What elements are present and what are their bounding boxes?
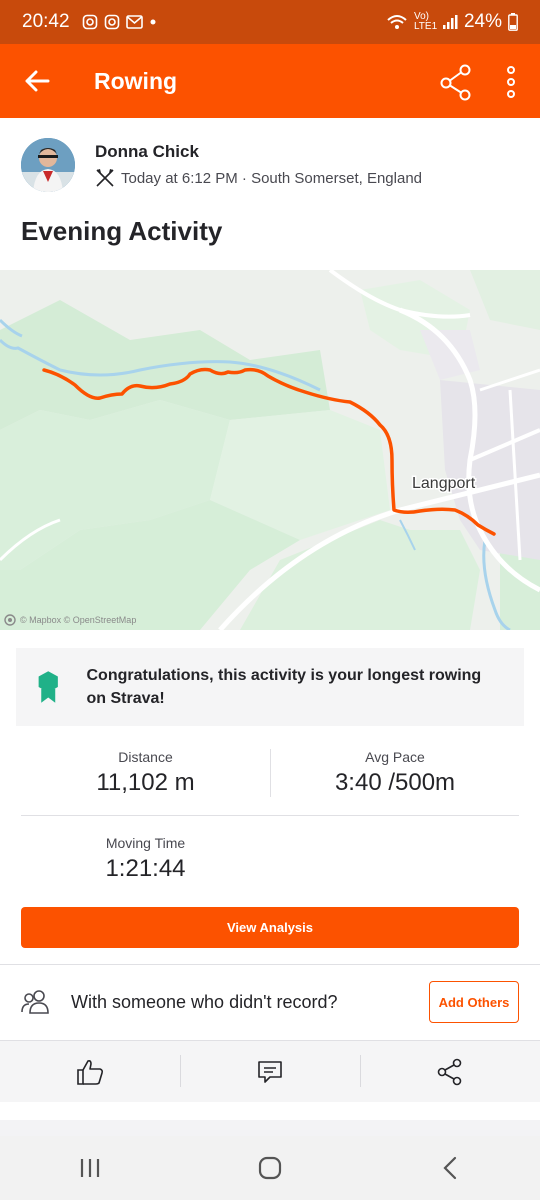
achievement-banner[interactable]: Congratulations, this activity is your l…	[16, 648, 524, 726]
spacer	[0, 1102, 540, 1120]
activity-title: Evening Activity	[21, 216, 223, 246]
stat-value: 1:21:44	[105, 855, 186, 882]
system-nav-bar	[0, 1136, 540, 1200]
view-analysis-button[interactable]: View Analysis	[21, 907, 519, 948]
wifi-icon	[387, 15, 407, 29]
stat-value: 3:40 /500m	[334, 768, 456, 796]
athlete-name[interactable]: Donna Chick	[95, 142, 422, 162]
athlete-header: Donna Chick Today at 6:12 PM · South Som…	[21, 138, 422, 192]
instagram-icon	[104, 14, 119, 30]
more-vertical-icon	[507, 66, 515, 98]
battery-percent: 24%	[463, 11, 502, 32]
with-others-row: With someone who didn't record? Add Othe…	[0, 966, 540, 1038]
divider	[0, 964, 540, 965]
stat-label: Avg Pace	[365, 748, 425, 765]
app-bar: Rowing	[0, 44, 540, 118]
add-others-button[interactable]: Add Others	[429, 981, 519, 1023]
share-activity-button[interactable]	[360, 1041, 540, 1102]
stat-avg-pace: Avg Pace 3:40 /500m	[270, 748, 519, 797]
recent-apps-icon	[80, 1159, 100, 1177]
with-others-text: With someone who didn't record?	[71, 991, 338, 1012]
stat-moving-time: Moving Time 1:21:44	[21, 835, 270, 883]
activity-meta: Today at 6:12 PM · South Somerset, Engla…	[121, 169, 423, 187]
home-icon	[258, 1156, 282, 1180]
stats-grid: Distance 11,102 m Avg Pace 3:40 /500m Mo…	[21, 730, 519, 902]
more-options-button[interactable]	[496, 62, 526, 102]
mail-icon	[125, 15, 143, 29]
instagram-icon	[82, 14, 97, 30]
stat-value: 11,102 m	[96, 768, 195, 796]
route-map[interactable]: Langport © Mapbox © OpenStreetMap	[0, 270, 540, 630]
status-bar: 20:42 Vo) LTE1 24%	[0, 0, 540, 44]
back-button[interactable]	[0, 44, 74, 118]
system-back-button[interactable]	[420, 1138, 480, 1198]
recent-apps-button[interactable]	[60, 1138, 120, 1198]
page-title: Rowing	[94, 67, 178, 94]
map-attribution-text: © Mapbox © OpenStreetMap	[20, 615, 137, 625]
stat-label: Distance	[118, 748, 173, 765]
avatar[interactable]	[21, 138, 75, 192]
map-canvas: Langport	[0, 270, 540, 630]
kudos-thumbs-up-icon	[77, 1059, 104, 1085]
map-attribution[interactable]: © Mapbox © OpenStreetMap	[4, 614, 136, 626]
spacer	[0, 1120, 540, 1136]
network-label: Vo) LTE1	[413, 11, 438, 32]
back-arrow-icon	[25, 70, 50, 92]
kudos-button[interactable]	[0, 1041, 180, 1102]
comment-icon	[258, 1060, 282, 1083]
home-button[interactable]	[240, 1138, 300, 1198]
stat-distance: Distance 11,102 m	[21, 749, 270, 797]
dot-icon	[150, 19, 156, 25]
group-people-icon	[21, 990, 49, 1014]
mapbox-logo-icon	[4, 614, 16, 626]
battery-icon	[508, 13, 518, 31]
comment-button[interactable]	[180, 1041, 360, 1102]
back-icon	[443, 1156, 457, 1180]
share-icon	[437, 1058, 462, 1085]
achievement-text: Congratulations, this activity is your l…	[86, 667, 482, 707]
share-icon	[440, 64, 471, 101]
share-button[interactable]	[436, 62, 476, 102]
rowing-oars-icon	[96, 169, 114, 187]
achievement-badge-icon	[38, 671, 58, 703]
action-bar	[0, 1040, 540, 1102]
signal-icon	[442, 15, 458, 29]
stat-label: Moving Time	[105, 835, 186, 851]
status-time: 20:42	[22, 11, 70, 32]
map-place-label: Langport	[412, 475, 476, 492]
